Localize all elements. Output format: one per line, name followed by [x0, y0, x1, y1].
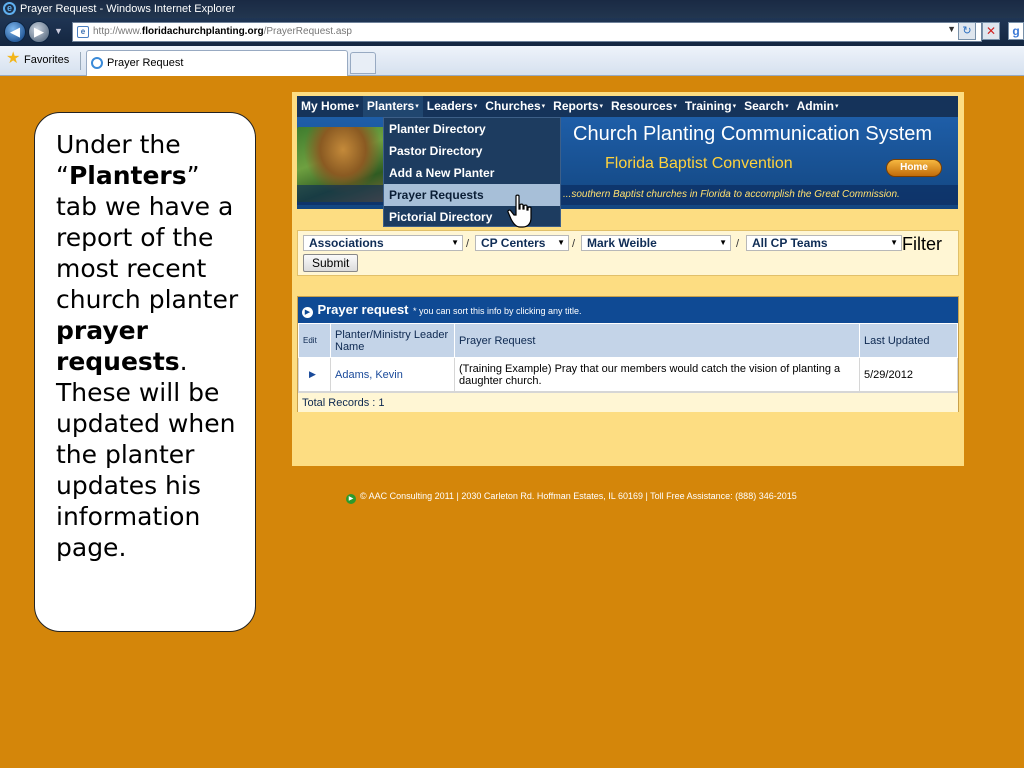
menu-planters[interactable]: Planters▾ — [362, 96, 423, 117]
chevron-down-icon: ▼ — [557, 238, 565, 247]
star-icon: ★ — [6, 50, 21, 67]
ie-tab-icon — [91, 57, 103, 69]
address-path: /PrayerRequest.asp — [263, 26, 352, 37]
column-header-last-updated[interactable]: Last Updated — [859, 323, 958, 358]
chevron-down-icon: ▼ — [719, 238, 727, 247]
callout-note: Under the “Planters” tab we have a repor… — [34, 112, 256, 632]
back-button[interactable]: ◀ — [4, 21, 26, 43]
menu-search[interactable]: Search▾ — [740, 96, 793, 117]
filter-separator: / — [572, 238, 576, 250]
dropdown-add-new-planter[interactable]: Add a New Planter — [384, 162, 560, 184]
report-table: Edit Planter/Ministry Leader Name Prayer… — [298, 323, 958, 392]
filter-label: Filter — [902, 234, 942, 254]
callout-text-3: . These will be updated when the planter… — [56, 347, 236, 562]
cp-centers-select[interactable]: CP Centers ▼ — [475, 235, 569, 251]
dropdown-pastor-directory[interactable]: Pastor Directory — [384, 140, 560, 162]
table-header-row: Edit Planter/Ministry Leader Name Prayer… — [298, 323, 958, 358]
cp-teams-select[interactable]: All CP Teams ▼ — [746, 235, 902, 251]
home-button[interactable]: Home — [886, 159, 942, 177]
tab-label: Prayer Request — [107, 57, 184, 69]
report-title: Prayer request — [317, 302, 409, 317]
search-provider-icon[interactable]: g — [1008, 22, 1024, 40]
banner-subtitle: Florida Baptist Convention — [605, 155, 793, 172]
total-records: Total Records : 1 — [298, 392, 958, 412]
tab-prayer-request[interactable]: Prayer Request — [86, 50, 348, 76]
favorites-label: Favorites — [24, 54, 70, 66]
toolbar-divider — [80, 52, 81, 70]
callout-bold-prayer-requests: prayer requests — [56, 316, 180, 376]
ie-logo-icon: e — [3, 2, 16, 15]
column-header-name[interactable]: Planter/Ministry Leader Name — [330, 323, 455, 358]
page-icon: e — [77, 26, 89, 38]
chevron-down-icon: ▼ — [451, 238, 459, 247]
play-circle-icon: ▶ — [302, 307, 313, 318]
menu-my-home[interactable]: My Home▾ — [297, 96, 363, 117]
submit-button[interactable]: Submit — [303, 254, 359, 272]
new-tab-button[interactable] — [350, 52, 376, 74]
main-menu: My Home▾ Planters▾ Leaders▾ Churches▾ Re… — [297, 96, 958, 117]
favorites-bar: ★ Favorites Prayer Request — [0, 46, 1024, 76]
menu-leaders[interactable]: Leaders▾ — [423, 96, 482, 117]
address-domain: floridachurchplanting.org — [141, 26, 264, 37]
last-updated-date: 5/29/2012 — [859, 357, 958, 392]
menu-resources[interactable]: Resources▾ — [607, 96, 681, 117]
edit-arrow-icon[interactable]: ▶ — [303, 369, 316, 379]
filter-separator: / — [466, 238, 470, 250]
stop-icon[interactable]: ✕ — [982, 22, 1000, 40]
refresh-icon[interactable]: ↻ — [958, 22, 976, 40]
dropdown-planter-directory[interactable]: Planter Directory — [384, 118, 560, 140]
menu-reports[interactable]: Reports▾ — [549, 96, 607, 117]
planter-name-link[interactable]: Adams, Kevin — [330, 357, 455, 392]
footer-text: © AAC Consulting 2011 | 2030 Carleton Rd… — [360, 491, 797, 501]
prayer-request-text: (Training Example) Pray that our members… — [454, 357, 860, 392]
address-dropdown-icon[interactable]: ▼ — [947, 24, 956, 34]
page-footer: ▶ © AAC Consulting 2011 | 2030 Carleton R… — [346, 488, 966, 504]
person-select[interactable]: Mark Weible ▼ — [581, 235, 731, 251]
window-title-bar: e Prayer Request - Windows Internet Expl… — [0, 0, 1024, 18]
filter-separator: / — [736, 238, 740, 250]
favorites-button[interactable]: ★ Favorites — [4, 50, 70, 68]
edit-cell[interactable]: ▶ — [298, 357, 331, 392]
navigation-bar: ◀ ▶ ▼ e http://www.floridachurchplanting… — [0, 18, 1024, 46]
report-note: * you can sort this info by clicking any… — [412, 306, 582, 316]
footer-arrow-icon: ▶ — [346, 494, 356, 504]
table-row: ▶ Adams, Kevin (Training Example) Pray t… — [298, 357, 958, 392]
prayer-request-report: ▶ Prayer request * you can sort this inf… — [297, 296, 959, 412]
callout-bold-planters: Planters — [68, 161, 187, 190]
report-header: ▶ Prayer request * you can sort this inf… — [298, 297, 958, 323]
forward-button[interactable]: ▶ — [28, 21, 50, 43]
chevron-down-icon: ▼ — [890, 238, 898, 247]
banner-title: Church Planting Communication System — [573, 123, 933, 145]
history-dropdown-icon[interactable]: ▼ — [54, 26, 63, 36]
hand-pointer-icon — [507, 194, 532, 228]
filter-bar: Associations ▼ / CP Centers ▼ / Mark Weibl… — [297, 230, 959, 276]
menu-churches[interactable]: Churches▾ — [481, 96, 549, 117]
menu-training[interactable]: Training▾ — [681, 96, 740, 117]
window-title: Prayer Request - Windows Internet Explor… — [20, 3, 236, 15]
associations-select[interactable]: Associations ▼ — [303, 235, 463, 251]
address-prefix: http://www. — [93, 26, 142, 37]
column-header-prayer-request[interactable]: Prayer Request — [454, 323, 860, 358]
column-header-edit[interactable]: Edit — [298, 323, 331, 358]
menu-admin[interactable]: Admin▾ — [793, 96, 843, 117]
address-bar[interactable]: e http://www.floridachurchplanting.org/P… — [72, 22, 982, 42]
